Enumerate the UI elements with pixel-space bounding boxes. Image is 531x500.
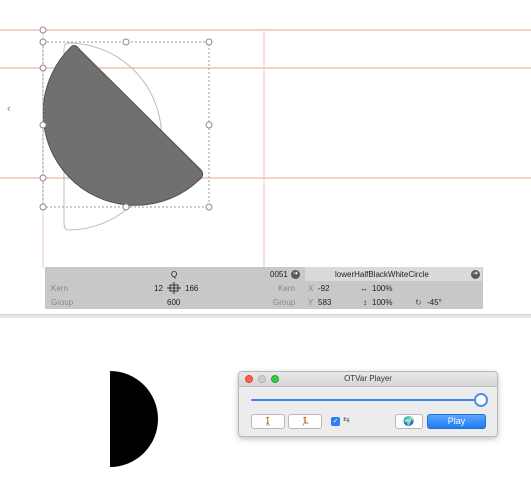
horizontal-scale-value[interactable]: 100% — [372, 284, 392, 293]
y-value[interactable]: 583 — [318, 298, 331, 307]
y-label: Y — [308, 298, 314, 307]
glyph-info-panel: Q Kern 12 166 Group 600 0051 ➜ lowerHalf… — [45, 267, 483, 309]
left-kern-value[interactable]: 12 — [154, 284, 163, 293]
bounce-icon: ⇆ — [343, 415, 350, 424]
glyph-name: Q — [171, 270, 178, 279]
globe-icon: 🌍 — [403, 416, 415, 426]
kern-label: Kern — [51, 284, 68, 293]
loop-checkbox[interactable]: ✓ — [331, 417, 340, 426]
step-forward-button[interactable]: 🏃 — [288, 414, 322, 429]
variation-slider-track[interactable] — [251, 399, 479, 401]
rotation-value[interactable]: -45° — [427, 298, 442, 307]
preview-glyph — [110, 371, 158, 467]
kern-label: Kern — [278, 284, 295, 293]
rotate-icon: ↻ — [415, 298, 422, 307]
glyph-outline[interactable] — [42, 45, 204, 206]
vertical-scale-value[interactable]: 100% — [372, 298, 392, 307]
glyph-width-value[interactable]: 600 — [167, 298, 180, 307]
x-label: X — [308, 284, 314, 293]
otvar-player-window: OTVar Player 🚶 🏃 ✓ ⇆ 🌍 Play — [238, 371, 498, 437]
metrics-link-icon[interactable] — [166, 281, 182, 295]
selected-glyph-name: lowerHalfBlackWhiteCircle — [335, 270, 429, 279]
step-back-button[interactable]: 🚶 — [251, 414, 285, 429]
running-person-icon: 🏃 — [300, 417, 310, 426]
right-kern-value[interactable]: 166 — [185, 284, 198, 293]
group-label: Group — [51, 298, 74, 307]
vertical-scale-icon: ↕ — [363, 298, 367, 307]
play-button[interactable]: Play — [427, 414, 486, 429]
horizontal-scale-icon: ↔ — [360, 284, 368, 293]
previous-glyph-arrow[interactable]: ‹ — [7, 103, 11, 115]
unicode-value: 0051 — [270, 270, 288, 279]
group-label: Group — [273, 298, 296, 307]
arrow-right-icon[interactable]: ➜ — [291, 270, 300, 279]
player-titlebar[interactable]: OTVar Player — [239, 372, 497, 387]
arrow-right-icon[interactable]: ➜ — [471, 270, 480, 279]
x-value[interactable]: -92 — [318, 284, 330, 293]
variation-slider-knob[interactable] — [474, 393, 488, 407]
walking-person-icon: 🚶 — [263, 417, 273, 426]
player-title: OTVar Player — [344, 374, 392, 383]
globe-button[interactable]: 🌍 — [395, 414, 423, 429]
